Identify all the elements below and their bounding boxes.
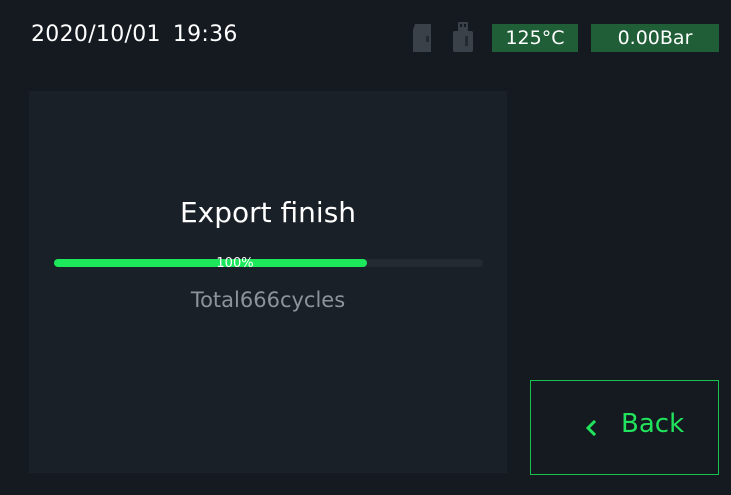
cycles-summary: Total666cycles	[190, 288, 346, 312]
pressure-badge: 0.00Bar	[591, 24, 719, 52]
export-panel	[29, 91, 507, 473]
sd-card-icon	[413, 24, 431, 52]
date-text: 2020/10/01	[31, 22, 161, 47]
usb-drive-icon	[453, 22, 473, 52]
temperature-badge: 125°C	[492, 24, 578, 52]
back-button-label: Back	[621, 409, 685, 439]
screen: 2020/10/01 19:36 125°C 0.00Bar Export fin…	[0, 0, 731, 495]
status-bar: 2020/10/01 19:36 125°C 0.00Bar	[0, 0, 731, 72]
chevron-left-icon	[585, 419, 597, 437]
progress-percent: 100%	[216, 256, 254, 271]
time-text: 19:36	[172, 22, 238, 47]
datetime: 2020/10/01 19:36	[31, 22, 238, 47]
export-title: Export finish	[179, 196, 357, 229]
back-button[interactable]: Back	[530, 380, 719, 475]
